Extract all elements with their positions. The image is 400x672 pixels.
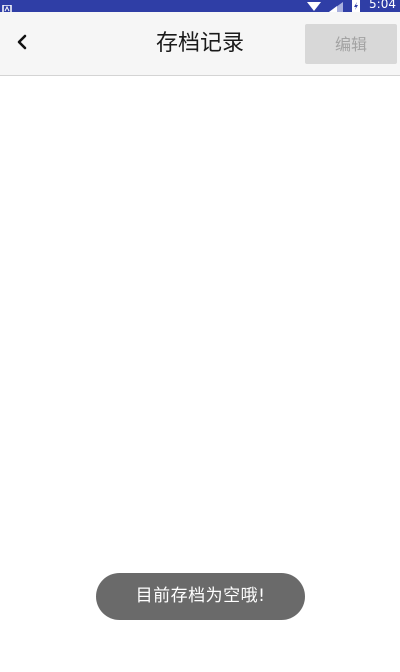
edit-button[interactable]: 编辑 xyxy=(305,24,397,64)
status-bar: 5:04 xyxy=(0,0,400,14)
notification-icon xyxy=(2,0,12,14)
status-time: 5:04 xyxy=(369,0,396,11)
back-button[interactable] xyxy=(8,30,36,58)
status-icons: 5:04 xyxy=(307,0,400,12)
app-bar: 存档记录 编辑 xyxy=(0,12,400,76)
empty-toast: 目前存档为空哦! xyxy=(96,573,305,620)
app-screen: 5:04 存档记录 编辑 目前存档为空哦! xyxy=(0,0,400,672)
chevron-left-icon xyxy=(15,34,29,54)
